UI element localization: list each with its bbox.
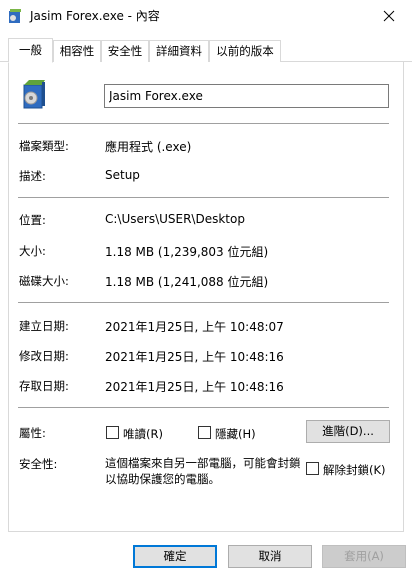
- separator: [18, 407, 389, 408]
- description-label: 描述:: [19, 169, 46, 183]
- size-on-disk-label: 磁碟大小:: [19, 274, 69, 288]
- app-icon: [7, 8, 23, 24]
- description-value: Setup: [105, 168, 140, 182]
- attributes-label: 屬性:: [19, 426, 46, 440]
- location-value: C:\Users\USER\Desktop: [105, 212, 245, 226]
- readonly-label[interactable]: 唯讀(R): [123, 426, 163, 442]
- close-icon: [383, 10, 395, 21]
- modified-label: 修改日期:: [19, 349, 69, 363]
- accessed-value: 2021年1月25日, 上午 10:48:16: [105, 380, 284, 394]
- hidden-label[interactable]: 隱藏(H): [215, 426, 256, 442]
- size-value: 1.18 MB (1,239,803 位元組): [105, 245, 269, 259]
- security-label: 安全性:: [19, 457, 58, 471]
- hidden-checkbox[interactable]: [198, 426, 211, 439]
- file-type-label: 檔案類型:: [19, 139, 69, 153]
- size-label: 大小:: [19, 244, 46, 258]
- cancel-button[interactable]: 取消: [228, 545, 312, 568]
- ok-button[interactable]: 確定: [133, 545, 217, 568]
- unblock-label[interactable]: 解除封鎖(K): [323, 462, 386, 478]
- file-name-input[interactable]: [104, 84, 389, 108]
- tab-compatibility[interactable]: 相容性: [53, 40, 101, 62]
- advanced-button[interactable]: 進階(D)...: [306, 420, 390, 443]
- accessed-label: 存取日期:: [19, 379, 69, 393]
- apply-button[interactable]: 套用(A): [322, 545, 406, 568]
- separator: [18, 123, 389, 124]
- title-bar: Jasim Forex.exe - 內容: [0, 0, 412, 31]
- created-label: 建立日期:: [19, 319, 69, 333]
- created-value: 2021年1月25日, 上午 10:48:07: [105, 320, 284, 334]
- file-icon: [20, 78, 46, 110]
- security-warning-text: 這個檔案來自另一部電腦，可能會封鎖以協助保護您的電腦。: [105, 456, 301, 486]
- modified-value: 2021年1月25日, 上午 10:48:16: [105, 350, 284, 364]
- separator: [18, 302, 389, 303]
- tab-strip: 一般 相容性 安全性 詳細資料 以前的版本: [0, 38, 412, 63]
- separator: [18, 197, 389, 198]
- tab-security[interactable]: 安全性: [101, 40, 149, 62]
- tab-details[interactable]: 詳細資料: [149, 40, 209, 62]
- close-button[interactable]: [366, 0, 412, 31]
- file-type-value: 應用程式 (.exe): [105, 140, 192, 154]
- window-title: Jasim Forex.exe - 內容: [30, 9, 160, 23]
- tab-general[interactable]: 一般: [8, 38, 53, 63]
- tab-previous-versions[interactable]: 以前的版本: [209, 40, 281, 62]
- size-on-disk-value: 1.18 MB (1,241,088 位元組): [105, 275, 269, 289]
- unblock-checkbox[interactable]: [306, 462, 319, 475]
- readonly-checkbox[interactable]: [106, 426, 119, 439]
- location-label: 位置:: [19, 213, 46, 227]
